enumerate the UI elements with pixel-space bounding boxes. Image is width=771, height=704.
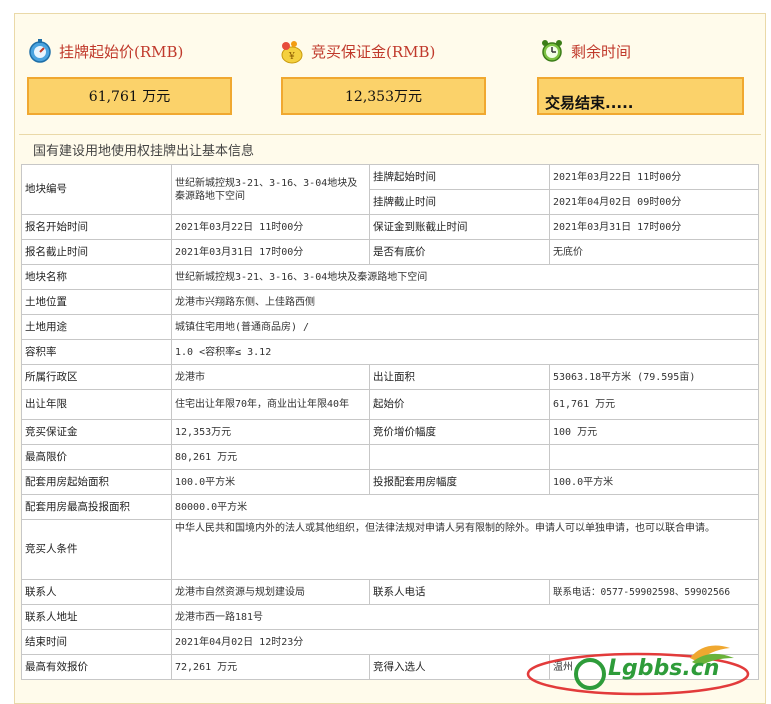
cell-label: 最高有效报价 [21, 654, 172, 680]
cell-label: 保证金到账截止时间 [369, 214, 550, 240]
watermark-text: Lgbbs.cn [608, 656, 720, 681]
start-price-value: 61,761 万元 [88, 89, 171, 105]
cell-value: 联系电话：0577-59902598、59902566 [549, 579, 759, 605]
deposit-value: 12,353万元 [345, 89, 422, 105]
cell-label: 土地位置 [21, 289, 172, 315]
table-row: 联系人 龙港市自然资源与规划建设局 联系人电话 联系电话：0577-599025… [21, 579, 759, 605]
cell-label: 地块编号 [21, 164, 172, 215]
table-row: 配套用房起始面积 100.0平方米 投报配套用房幅度 100.0平方米 [21, 469, 759, 495]
table-row: 容积率 1.0 <容积率≤ 3.12 [21, 339, 759, 365]
table-row: 出让年限 住宅出让年限70年，商业出让年限40年 起始价 61,761 万元 [21, 389, 759, 420]
cell-value: 城镇住宅用地(普通商品房) / [171, 314, 759, 340]
cell-value: 2021年03月31日 17时00分 [549, 214, 759, 240]
cell-value: 龙港市兴翔路东侧、上佳路西侧 [171, 289, 759, 315]
cell-label: 挂牌截止时间 [369, 189, 550, 215]
cell-value: 53063.18平方米 (79.595亩) [549, 364, 759, 390]
deposit-label: 竞买保证金(RMB) [311, 42, 436, 61]
remaining-header: 剩余时间 [539, 38, 631, 64]
table-row: 地块名称 世纪新城控规3-21、3-16、3-04地块及秦源路地下空间 [21, 264, 759, 290]
stopwatch-icon [27, 38, 53, 64]
watermark-logo: Lgbbs.cn [520, 640, 750, 698]
cell-value: 龙港市自然资源与规划建设局 [171, 579, 370, 605]
table-row: 竞买保证金 12,353万元 竞价增价幅度 100 万元 [21, 419, 759, 445]
remaining-box: 交易结束..... [537, 77, 744, 115]
cell-value [549, 444, 759, 470]
cell-value: 100.0平方米 [171, 469, 370, 495]
cell-value: 龙港市 [171, 364, 370, 390]
table-row: 竞买人条件 中华人民共和国境内外的法人或其他组织，但法律法规对申请人另有限制的除… [21, 519, 759, 580]
cell-label: 配套用房起始面积 [21, 469, 172, 495]
table-row: 地块编号 世纪新城控规3-21、3-16、3-04地块及秦源路地下空间 挂牌起始… [21, 164, 759, 215]
cell-label: 土地用途 [21, 314, 172, 340]
table-row: 报名截止时间 2021年03月31日 17时00分 是否有底价 无底价 [21, 239, 759, 265]
cell-value: 100 万元 [549, 419, 759, 445]
summary-bar: 挂牌起始价(RMB) ¥ 竞买保证金(RMB) 剩余时间 61,761 万元 1… [15, 14, 765, 134]
cell-value: 72,261 万元 [171, 654, 370, 680]
table-row: 报名开始时间 2021年03月22日 11时00分 保证金到账截止时间 2021… [21, 214, 759, 240]
listing-panel: 挂牌起始价(RMB) ¥ 竞买保证金(RMB) 剩余时间 61,761 万元 1… [14, 13, 766, 704]
deposit-header: ¥ 竞买保证金(RMB) [279, 38, 435, 64]
cell-label: 容积率 [21, 339, 172, 365]
cell-value: 无底价 [549, 239, 759, 265]
cell-label: 是否有底价 [369, 239, 550, 265]
cell-label: 投报配套用房幅度 [369, 469, 550, 495]
cell-label: 竞价增价幅度 [369, 419, 550, 445]
cell-value: 1.0 <容积率≤ 3.12 [171, 339, 759, 365]
cell-value: 住宅出让年限70年，商业出让年限40年 [171, 389, 370, 420]
table-row: 配套用房最高投报面积 80000.0平方米 [21, 494, 759, 520]
cell-value: 80,261 万元 [171, 444, 370, 470]
cell-label: 报名开始时间 [21, 214, 172, 240]
info-table: 地块编号 世纪新城控规3-21、3-16、3-04地块及秦源路地下空间 挂牌起始… [21, 164, 759, 680]
cell-value: 100.0平方米 [549, 469, 759, 495]
cell-value: 中华人民共和国境内外的法人或其他组织，但法律法规对申请人另有限制的除外。申请人可… [171, 519, 759, 580]
table-row: 土地用途 城镇住宅用地(普通商品房) / [21, 314, 759, 340]
table-row: 土地位置 龙港市兴翔路东侧、上佳路西侧 [21, 289, 759, 315]
remaining-value: 交易结束..... [545, 93, 634, 112]
start-price-label: 挂牌起始价(RMB) [59, 42, 184, 61]
cell-value: 2021年03月31日 17时00分 [171, 239, 370, 265]
alarm-clock-icon [539, 38, 565, 64]
cell-label: 联系人 [21, 579, 172, 605]
cell-value: 80000.0平方米 [171, 494, 759, 520]
cell-label: 竞买人条件 [21, 519, 172, 580]
cell-label: 最高限价 [21, 444, 172, 470]
cell-label [369, 444, 550, 470]
cell-label: 报名截止时间 [21, 239, 172, 265]
divider [19, 134, 761, 135]
cell-value: 12,353万元 [171, 419, 370, 445]
cell-value: 2021年04月02日 09时00分 [549, 189, 759, 215]
cell-value: 2021年03月22日 11时00分 [549, 164, 759, 190]
cell-label: 出让年限 [21, 389, 172, 420]
table-row: 联系人地址 龙港市西一路181号 [21, 604, 759, 630]
cell-label: 所属行政区 [21, 364, 172, 390]
svg-text:¥: ¥ [288, 52, 295, 62]
section-title: 国有建设用地使用权挂牌出让基本信息 [33, 144, 255, 159]
remaining-label: 剩余时间 [571, 42, 632, 61]
cell-label: 挂牌起始时间 [369, 164, 550, 190]
start-price-header: 挂牌起始价(RMB) [27, 38, 183, 64]
cell-label: 结束时间 [21, 629, 172, 655]
table-row: 最高限价 80,261 万元 [21, 444, 759, 470]
table-row: 所属行政区 龙港市 出让面积 53063.18平方米 (79.595亩) [21, 364, 759, 390]
cell-value: 61,761 万元 [549, 389, 759, 420]
cell-label: 竞买保证金 [21, 419, 172, 445]
deposit-box: 12,353万元 [281, 77, 486, 115]
cell-label: 出让面积 [369, 364, 550, 390]
start-price-box: 61,761 万元 [27, 77, 232, 115]
cell-label: 联系人电话 [369, 579, 550, 605]
cell-value: 龙港市西一路181号 [171, 604, 759, 630]
cell-label: 地块名称 [21, 264, 172, 290]
cell-value: 世纪新城控规3-21、3-16、3-04地块及秦源路地下空间 [171, 164, 370, 215]
cell-label: 起始价 [369, 389, 550, 420]
cell-value: 世纪新城控规3-21、3-16、3-04地块及秦源路地下空间 [171, 264, 759, 290]
cell-label: 配套用房最高投报面积 [21, 494, 172, 520]
cell-value: 2021年03月22日 11时00分 [171, 214, 370, 240]
money-bag-icon: ¥ [279, 38, 305, 64]
cell-label: 联系人地址 [21, 604, 172, 630]
